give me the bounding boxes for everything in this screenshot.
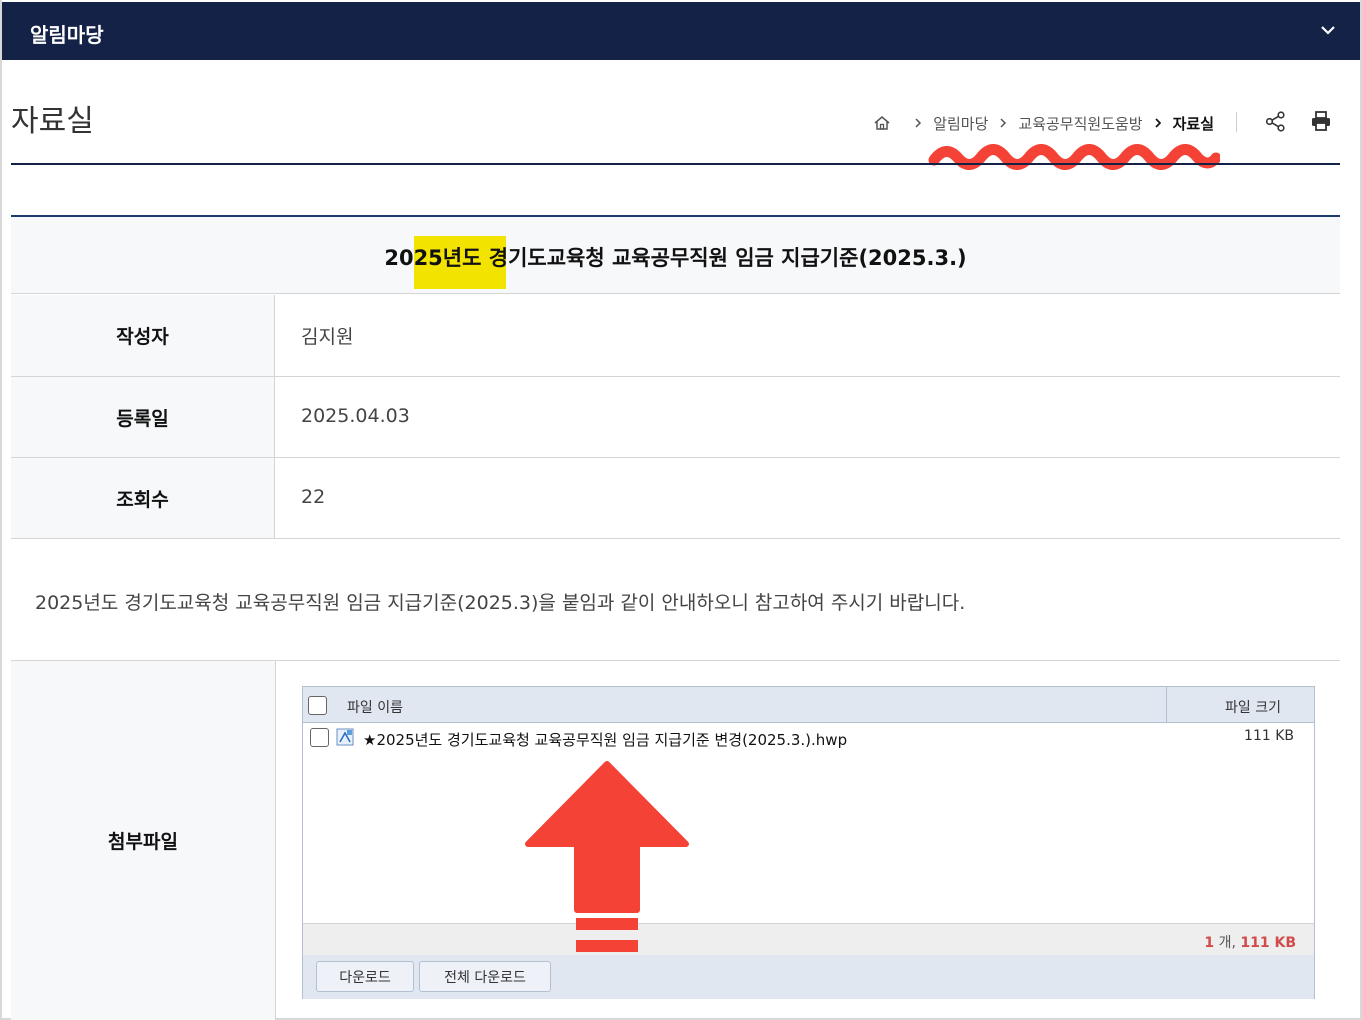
home-icon[interactable] [873,114,891,132]
toolbar-divider [1236,112,1237,132]
file-checkbox[interactable] [310,728,329,747]
header-divider [11,163,1340,165]
views-row: 조회수 22 [11,458,1340,539]
file-size: 111 KB [1244,728,1294,744]
views-label: 조회수 [11,458,275,538]
author-row: 작성자 김지원 [11,295,1340,377]
file-row[interactable]: ★2025년도 경기도교육청 교육공무직원 임금 지급기준 변경(2025.3.… [303,724,1314,754]
column-file-size[interactable]: 파일 크기 [1225,697,1281,717]
breadcrumb-item[interactable]: 알림마당 [933,113,988,134]
chevron-right-icon [1000,118,1007,128]
date-label: 등록일 [11,377,275,457]
file-list-header: 파일 이름 파일 크기 [303,687,1314,723]
file-count: 1 [1204,935,1215,951]
file-summary-text: 1 개, 111 KB [1204,932,1296,952]
page-title: 자료실 [11,104,94,139]
top-nav-bar[interactable]: 알림마당 [2,2,1360,60]
hwp-file-icon [336,728,354,746]
chevron-right-icon [915,118,922,128]
post-title-highlighted-part: 2025년도 [384,246,482,270]
select-all-checkbox[interactable] [308,696,327,715]
date-value: 2025.04.03 [301,405,410,427]
breadcrumb-current: 자료실 [1172,114,1214,133]
views-value: 22 [301,486,326,508]
author-value: 김지원 [301,326,354,348]
breadcrumb: 알림마당 교육공무직원도움방 자료실 [873,112,1214,134]
column-divider [1166,687,1167,722]
date-row: 등록일 2025.04.03 [11,377,1340,458]
post-title-rest: 경기도교육청 교육공무직원 임금 지급기준(2025.3.) [481,246,967,270]
post-content: 2025년도 경기도교육청 교육공무직원 임금 지급기준(2025.3)을 붙임… [35,592,966,614]
chevron-down-icon[interactable] [1318,20,1338,40]
file-total-size: 111 KB [1240,935,1296,951]
author-label: 작성자 [11,295,275,376]
file-button-bar: 다운로드 전체 다운로드 [303,955,1314,999]
download-all-button[interactable]: 전체 다운로드 [419,961,551,992]
file-summary: 1 개, 111 KB [303,923,1314,955]
post-title: 2025년도 경기도교육청 교육공무직원 임금 지급기준(2025.3.) [11,242,1340,272]
breadcrumb-item[interactable]: 교육공무직원도움방 [1018,113,1142,134]
red-up-arrow-annotation [525,761,689,952]
file-name[interactable]: ★2025년도 경기도교육청 교육공무직원 임금 지급기준 변경(2025.3.… [363,729,847,750]
file-list-box: 파일 이름 파일 크기 ★2025년도 경기도교육청 교육공무직원 임금 지급기… [302,686,1315,999]
post-title-row: 2025년도 경기도교육청 교육공무직원 임금 지급기준(2025.3.) [11,217,1340,294]
red-squiggle-annotation [928,144,1220,170]
share-icon[interactable] [1265,111,1286,132]
print-icon[interactable] [1310,110,1332,132]
section-title: 알림마당 [30,23,104,47]
chevron-right-icon [1154,118,1161,128]
file-count-unit: 개, [1214,935,1241,951]
column-file-name[interactable]: 파일 이름 [347,697,403,717]
attachment-label: 첨부파일 [11,661,276,1020]
download-button[interactable]: 다운로드 [316,961,414,992]
